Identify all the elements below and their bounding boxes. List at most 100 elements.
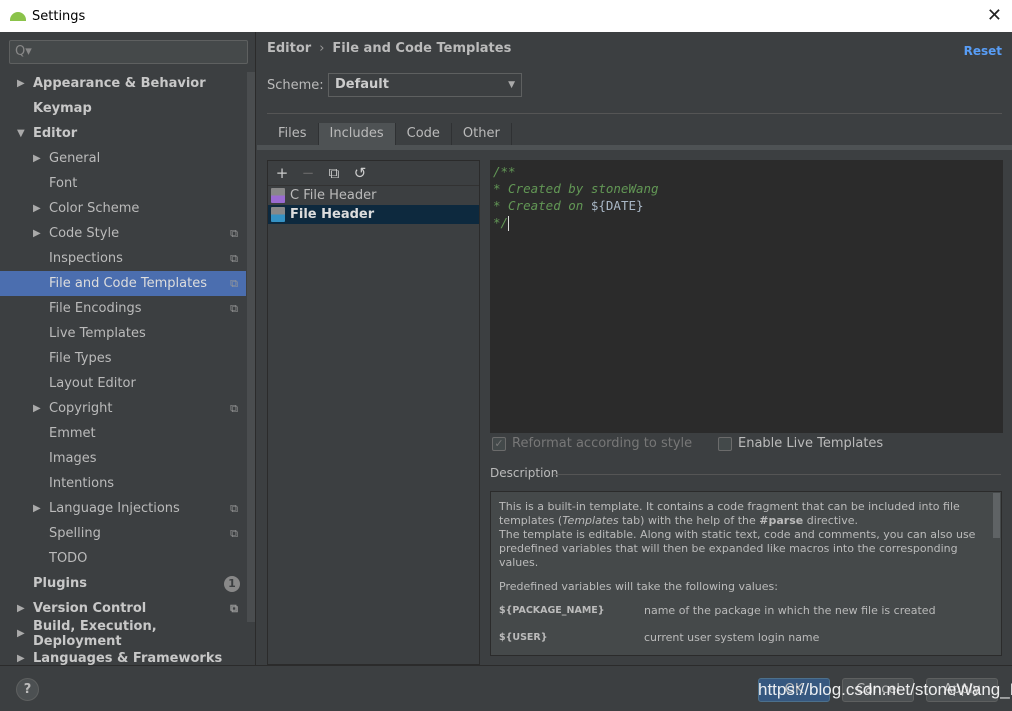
template-editor[interactable]: /** * Created by stoneWang * Created on …	[490, 160, 1003, 433]
text: Templates	[562, 514, 619, 527]
chevron-right-icon[interactable]: ▶	[17, 653, 25, 664]
tab-code[interactable]: Code	[396, 123, 452, 145]
sidebar-item-build-execution-deployment[interactable]: ▶ Build, Execution, Deployment	[0, 619, 246, 649]
sidebar-item-general[interactable]: ▶ General	[0, 146, 246, 171]
android-logo-icon	[10, 11, 26, 21]
variable-name: ${PACKAGE_NAME}	[499, 605, 605, 616]
sidebar-item-emmet[interactable]: Emmet	[0, 421, 246, 446]
sidebar-item-file-types[interactable]: File Types	[0, 346, 246, 371]
chevron-right-icon[interactable]: ▶	[33, 203, 41, 214]
tab-bar: Files Includes Code Other	[267, 123, 512, 145]
chevron-down-icon[interactable]: ▼	[17, 128, 25, 139]
close-icon[interactable]: ✕	[987, 5, 1002, 26]
sidebar-item-language-injections[interactable]: ▶ Language Injections ⧉	[0, 496, 246, 521]
scheme-value: Default	[335, 77, 389, 92]
code-line: * Created by stoneWang	[493, 181, 659, 196]
checkbox-icon	[718, 436, 732, 451]
list-item-label: C File Header	[290, 188, 377, 203]
project-scope-icon: ⧉	[230, 501, 238, 515]
project-scope-icon: ⧉	[230, 401, 238, 415]
sidebar-item-label: Spelling	[49, 526, 101, 541]
sidebar: Q▾ ▶ Appearance & Behavior Keymap ▼ Editor ▶ G…	[0, 32, 256, 666]
chevron-right-icon[interactable]: ▶	[33, 228, 41, 239]
sidebar-item-editor[interactable]: ▼ Editor	[0, 121, 246, 146]
text: tab) with the help of the	[618, 514, 760, 527]
sidebar-item-label: Color Scheme	[49, 201, 140, 216]
main-panel: Editor › File and Code Templates Reset Sch…	[257, 32, 1012, 665]
chevron-right-icon[interactable]: ▶	[33, 403, 41, 414]
list-item-c-file-header[interactable]: C File Header	[268, 186, 479, 205]
breadcrumb-separator: ›	[319, 41, 325, 56]
reset-icon[interactable]: ↺	[352, 164, 368, 182]
sidebar-item-version-control[interactable]: ▶ Version Control ⧉	[0, 596, 246, 621]
code-var-date: {DATE}	[598, 198, 644, 213]
window-title: Settings	[32, 8, 86, 24]
tab-files[interactable]: Files	[267, 123, 319, 145]
sidebar-item-font[interactable]: Font	[0, 171, 246, 196]
chevron-right-icon[interactable]: ▶	[17, 603, 25, 614]
sidebar-item-label: Font	[49, 176, 78, 191]
remove-icon[interactable]: −	[300, 164, 316, 182]
list-item-file-header[interactable]: File Header	[268, 205, 479, 224]
reformat-checkbox[interactable]: ✓ Reformat according to style	[492, 436, 692, 451]
sidebar-item-label: File Types	[49, 351, 112, 366]
sidebar-item-code-style[interactable]: ▶ Code Style ⧉	[0, 221, 246, 246]
description-scrollbar[interactable]	[993, 493, 1000, 538]
sidebar-item-label: Images	[49, 451, 97, 466]
reset-link[interactable]: Reset	[964, 44, 1002, 58]
sidebar-item-images[interactable]: Images	[0, 446, 246, 471]
template-list: + − ⧉ ↺ C File Header File Header	[267, 160, 480, 665]
variable-name: ${USER}	[499, 632, 548, 643]
sidebar-item-plugins[interactable]: Plugins 1	[0, 571, 246, 596]
sidebar-item-layout-editor[interactable]: Layout Editor	[0, 371, 246, 396]
live-templates-label: Enable Live Templates	[738, 436, 884, 451]
code-line: /**	[493, 164, 516, 179]
chevron-right-icon[interactable]: ▶	[33, 503, 41, 514]
scheme-select[interactable]: Default ▼	[328, 73, 522, 97]
sidebar-item-label: Layout Editor	[49, 376, 136, 391]
variable-row: ${USER} current user system login name	[499, 631, 987, 645]
update-badge: 1	[224, 575, 240, 592]
sidebar-item-label: Language Injections	[49, 501, 180, 516]
sidebar-item-appearance-behavior[interactable]: ▶ Appearance & Behavior	[0, 71, 246, 96]
sidebar-item-label: Intentions	[49, 476, 115, 491]
project-scope-icon: ⧉	[230, 276, 238, 290]
breadcrumb-editor[interactable]: Editor	[267, 41, 311, 56]
sidebar-item-label: File Encodings	[49, 301, 142, 316]
sidebar-item-label: Appearance & Behavior	[33, 76, 206, 91]
sidebar-item-todo[interactable]: TODO	[0, 546, 246, 571]
add-icon[interactable]: +	[274, 164, 290, 182]
sidebar-item-file-and-code-templates[interactable]: File and Code Templates ⧉	[0, 271, 246, 296]
chevron-right-icon[interactable]: ▶	[33, 153, 41, 164]
sidebar-item-file-encodings[interactable]: File Encodings ⧉	[0, 296, 246, 321]
tab-includes[interactable]: Includes	[318, 123, 396, 145]
description-label: Description	[490, 466, 559, 480]
sidebar-item-spelling[interactable]: Spelling ⧉	[0, 521, 246, 546]
sidebar-item-color-scheme[interactable]: ▶ Color Scheme	[0, 196, 246, 221]
sidebar-item-label: Version Control	[33, 601, 147, 616]
breadcrumb-current: File and Code Templates	[332, 41, 512, 56]
watermark: https://blog.csdn.net/stoneWang_L	[758, 680, 1012, 699]
sidebar-scrollbar[interactable]	[247, 72, 255, 622]
chevron-right-icon[interactable]: ▶	[17, 78, 25, 89]
sidebar-item-inspections[interactable]: Inspections ⧉	[0, 246, 246, 271]
list-toolbar: + − ⧉ ↺	[268, 161, 479, 186]
code-text: * Created on	[493, 198, 591, 213]
sidebar-item-intentions[interactable]: Intentions	[0, 471, 246, 496]
search-input[interactable]: Q▾	[9, 40, 248, 64]
code-text: */	[493, 215, 509, 230]
sidebar-item-label: General	[49, 151, 101, 166]
sidebar-item-label: Editor	[33, 126, 78, 141]
sidebar-item-live-templates[interactable]: Live Templates	[0, 321, 246, 346]
tab-other[interactable]: Other	[452, 123, 512, 145]
sidebar-item-label: File and Code Templates	[49, 276, 207, 291]
live-templates-checkbox[interactable]: Enable Live Templates	[718, 436, 883, 451]
chevron-right-icon[interactable]: ▶	[17, 628, 25, 639]
description-text: This is a built-in template. It contains…	[499, 500, 987, 528]
sidebar-item-copyright[interactable]: ▶ Copyright ⧉	[0, 396, 246, 421]
copy-icon[interactable]: ⧉	[326, 164, 342, 182]
sidebar-item-keymap[interactable]: Keymap	[0, 96, 246, 121]
project-scope-icon: ⧉	[230, 301, 238, 315]
help-button[interactable]: ?	[16, 678, 39, 701]
project-scope-icon: ⧉	[230, 226, 238, 240]
